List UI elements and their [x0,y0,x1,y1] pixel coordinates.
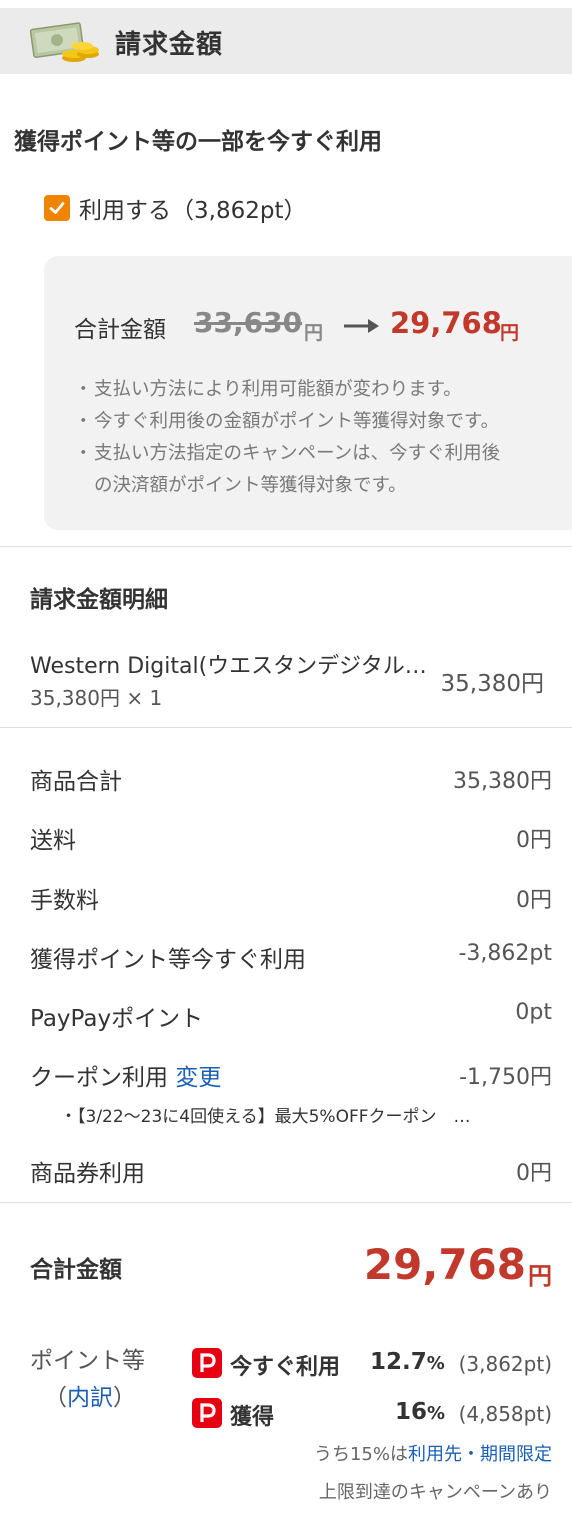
row-value-gift-card: 0円 [516,1161,552,1186]
use-points-label: 利用する（3,862pt） [79,198,307,224]
original-total: 33,630 [194,306,303,339]
arrow-right-icon [344,319,379,333]
earn-rate-value: 16 [395,1399,428,1425]
total-note-continued: の決済額がポイント等獲得対象です。 [94,475,407,496]
limited-points-note: うち15%は利用先・期間限定 [314,1440,552,1466]
total-notes: 支払い方法により利用可能額が変わります。 今すぐ利用後の金額がポイント等獲得対象… [74,374,568,502]
discounted-total: 29,768 [390,306,502,340]
limited-points-prefix: うち15%は [313,1444,408,1465]
points-breakdown-link[interactable]: 内訳 [67,1385,113,1411]
limited-points-link[interactable]: 利用先・期間限定 [408,1444,552,1465]
row-label-points-use: 獲得ポイント等今すぐ利用 [30,947,306,973]
use-now-rate-sign: % [426,1353,445,1374]
use-now-rate-value: 12.7 [370,1349,427,1375]
item-price: 35,380円 [440,671,544,697]
row-value-paypay-points: 0pt [515,1000,552,1025]
row-value-shipping: 0円 [516,828,552,853]
use-points-title: 獲得ポイント等の一部を今すぐ利用 [14,129,382,155]
earn-amount: (4,858pt) [458,1402,552,1426]
checkmark-icon [49,202,65,214]
points-breakdown: （内訳） [44,1378,136,1412]
total-note: 支払い方法により利用可能額が変わります。 [74,374,568,406]
row-label-gift-card: 商品券利用 [30,1161,145,1187]
paypay-icon [192,1398,222,1428]
total-label: 合計金額 [74,317,166,343]
row-label-shipping: 送料 [30,828,76,854]
coupon-label: クーポン利用 [30,1065,168,1091]
item-name[interactable]: Western Digital(ウエスタンデジタル) WD Red Plus 8… [30,648,430,680]
row-label-subtotal: 商品合計 [30,769,122,795]
use-now-rate: 12.7% [370,1349,445,1375]
row-value-coupon: -1,750円 [459,1065,552,1090]
paren-open: （ [44,1385,67,1411]
row-value-fee: 0円 [516,888,552,913]
earn-label: 獲得 [230,1405,275,1430]
grand-total-label: 合計金額 [30,1257,122,1283]
points-label: ポイント等 [30,1348,145,1374]
total-note: 今すぐ利用後の金額がポイント等獲得対象です。 [74,406,568,438]
divider [0,1202,572,1203]
original-total-yen: 円 [304,322,324,344]
row-label-paypay-points: PayPayポイント [30,1006,204,1032]
use-points-checkbox-row[interactable]: 利用する（3,862pt） [44,192,306,224]
item-unit-quantity: 35,380円 × 1 [30,686,163,710]
divider [0,727,572,728]
row-value-points-use: -3,862pt [458,941,552,966]
row-label-coupon: クーポン利用 変更 [30,1058,221,1092]
row-label-fee: 手数料 [30,888,99,914]
coupon-detail: ・【3/22〜23に4回使える】最大5%OFFクーポン … [60,1107,471,1127]
total-note: 支払い方法指定のキャンペーンは、今すぐ利用後 [74,438,568,470]
billing-detail-title: 請求金額明細 [30,587,168,613]
earn-rate: 16% [395,1399,445,1425]
divider [0,546,572,547]
use-now-amount: (3,862pt) [458,1352,552,1376]
section-header: 請求金額 [0,8,572,74]
paren-close: ） [113,1385,136,1411]
row-value-subtotal: 35,380円 [453,769,552,794]
change-coupon-link[interactable]: 変更 [175,1065,221,1091]
use-now-label: 今すぐ利用 [230,1355,341,1380]
total-summary-box: 合計金額 33,630 円 29,768 円 支払い方法により利用可能額が変わり… [44,256,572,530]
money-bills-coins-icon [29,22,99,62]
discounted-total-yen: 円 [500,322,520,344]
campaign-limit-note: 上限到達のキャンペーンあり [318,1482,552,1503]
earn-rate-sign: % [427,1403,446,1424]
use-points-checkbox[interactable] [44,195,70,221]
grand-total-yen: 円 [528,1262,552,1290]
grand-total-value: 29,768 [363,1240,526,1289]
page-title: 請求金額 [115,30,224,60]
paypay-icon [192,1348,222,1378]
